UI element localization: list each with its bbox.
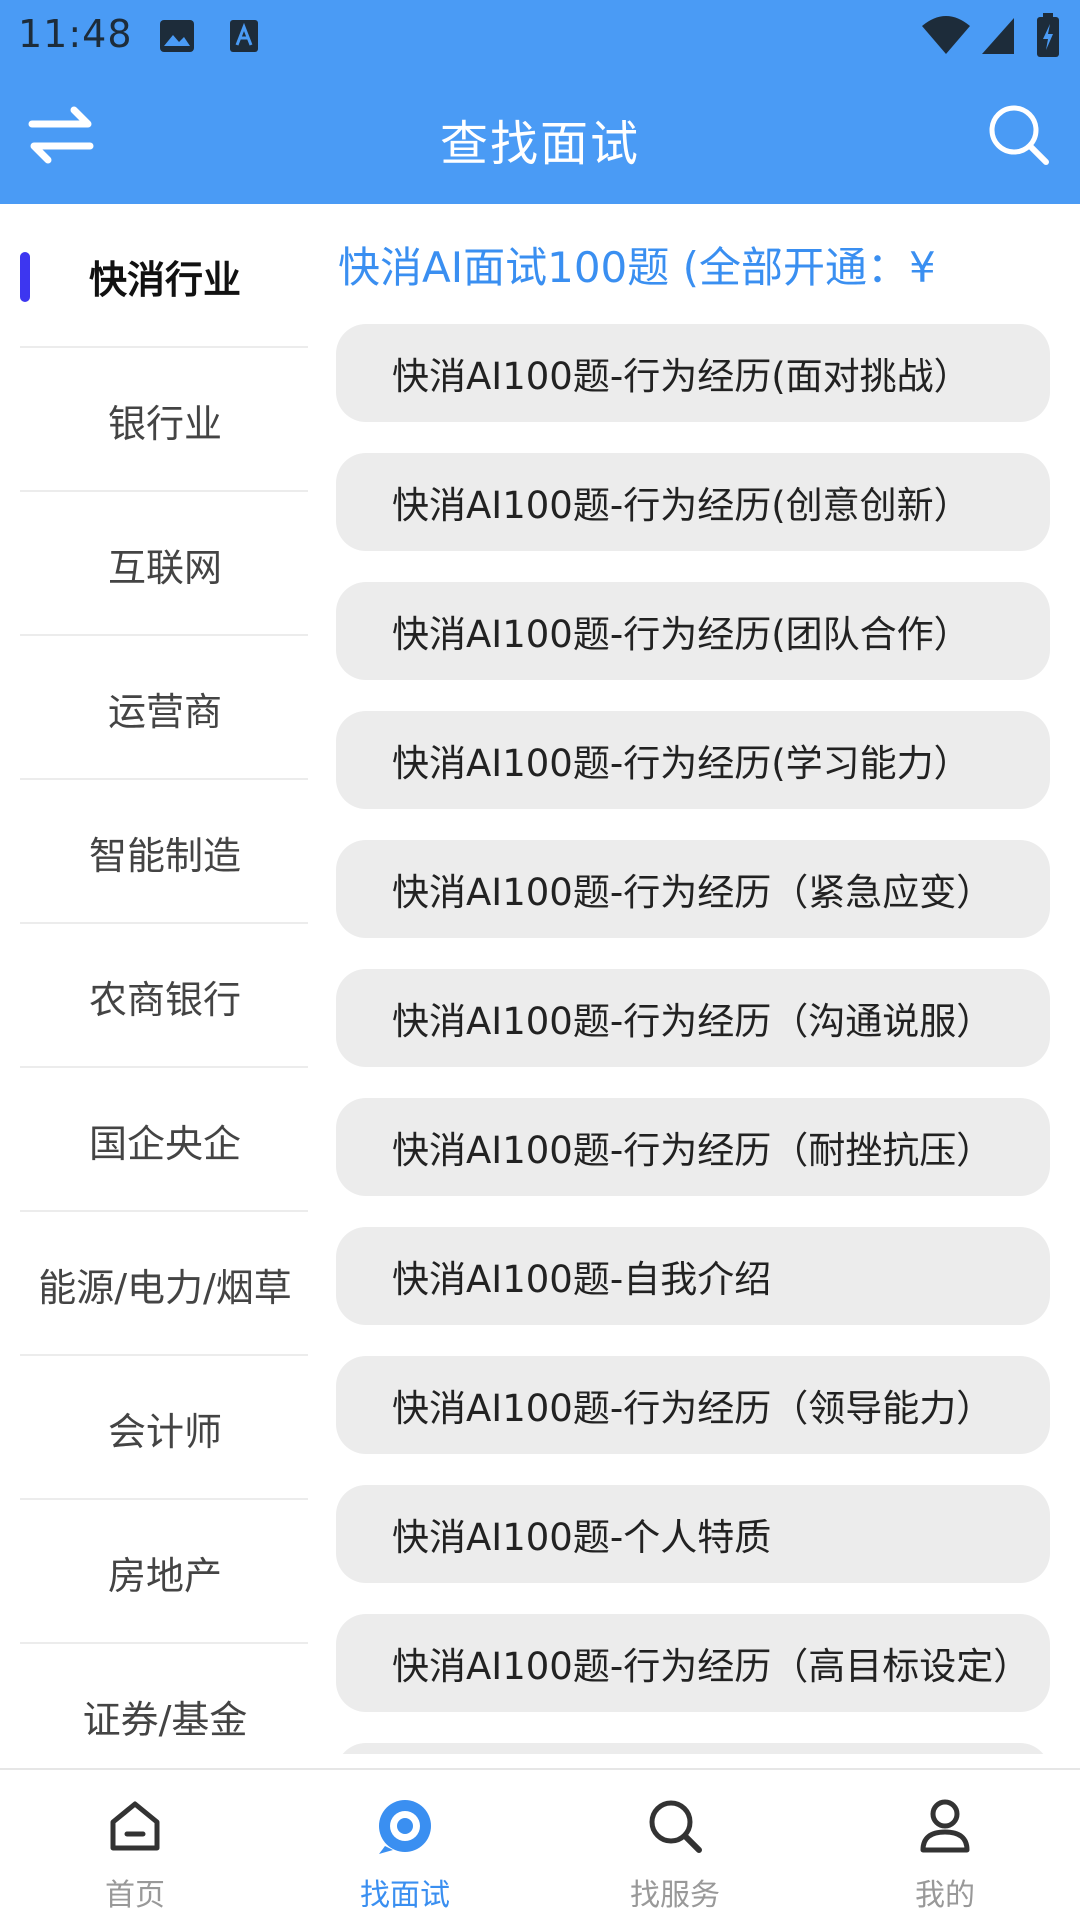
bottom-nav: 首页 找面试 找服务 我的 bbox=[0, 1768, 1080, 1920]
active-indicator bbox=[20, 252, 30, 302]
sidebar-item-label: 国企央企 bbox=[88, 1121, 241, 1166]
signal-icon bbox=[982, 18, 1014, 54]
sidebar-item-label: 快消行业 bbox=[88, 257, 241, 302]
gallery-icon bbox=[160, 20, 194, 52]
section-heading: 快消AI面试100题 (全部开通：¥ bbox=[338, 243, 936, 292]
list-item[interactable]: 快消AI100题-行为经历（紧急应变） bbox=[336, 840, 1050, 938]
search-icon[interactable] bbox=[986, 102, 1050, 166]
nav-home[interactable]: 首页 bbox=[0, 1770, 270, 1920]
screen: 11:48 查找面试 快消行业 银行业 互联网 运营商 智能制造 农商银行 国企… bbox=[0, 0, 1080, 1920]
list-item[interactable]: 快消AI100题-行为经历(团队合作） bbox=[336, 582, 1050, 680]
list-item[interactable]: 快消AI100题-行为经历（耐挫抗压） bbox=[336, 1098, 1050, 1196]
sidebar-item-label: 农商银行 bbox=[88, 977, 241, 1022]
list-item[interactable]: 快消AI100题-自我介绍 bbox=[336, 1227, 1050, 1325]
nav-label: 我的 bbox=[915, 1878, 975, 1913]
status-bar: 11:48 bbox=[0, 0, 1080, 72]
sidebar-item-telecom[interactable]: 运营商 bbox=[0, 636, 330, 780]
sidebar-item-label: 房地产 bbox=[107, 1553, 222, 1598]
nav-find-interview[interactable]: 找面试 bbox=[270, 1770, 540, 1920]
status-time: 11:48 bbox=[18, 12, 133, 56]
list-item[interactable]: 快消AI100题-行为经历（高目标设定） bbox=[336, 1614, 1050, 1712]
list-item[interactable]: 快消AI100题-个人特质 bbox=[336, 1485, 1050, 1583]
nav-mine[interactable]: 我的 bbox=[810, 1770, 1080, 1920]
top-bar: 11:48 查找面试 bbox=[0, 0, 1080, 204]
sidebar-item-label: 智能制造 bbox=[88, 833, 241, 878]
sidebar-item-accounting[interactable]: 会计师 bbox=[0, 1356, 330, 1500]
sidebar-item-internet[interactable]: 互联网 bbox=[0, 492, 330, 636]
nav-label: 首页 bbox=[105, 1878, 165, 1913]
nav-find-service[interactable]: 找服务 bbox=[540, 1770, 810, 1920]
list-item[interactable]: 快消AI100题-行为经历(面对挑战） bbox=[336, 324, 1050, 422]
accessibility-icon bbox=[230, 20, 258, 52]
search-icon bbox=[649, 1800, 702, 1853]
category-sidebar: 快消行业 银行业 互联网 运营商 智能制造 农商银行 国企央企 能源/电力/烟草… bbox=[0, 204, 330, 1768]
sidebar-item-label: 互联网 bbox=[107, 545, 222, 590]
target-icon bbox=[379, 1800, 431, 1854]
sidebar-item-label: 证券/基金 bbox=[82, 1697, 248, 1742]
sidebar-item-fmcg[interactable]: 快消行业 bbox=[0, 204, 330, 348]
page-title: 查找面试 bbox=[439, 116, 640, 172]
list-item[interactable]: 快消AI100题-行为经历（沟通说服） bbox=[336, 969, 1050, 1067]
wifi-icon bbox=[922, 16, 970, 54]
sidebar-item-label: 会计师 bbox=[107, 1409, 222, 1454]
sidebar-item-real-estate[interactable]: 房地产 bbox=[0, 1500, 330, 1644]
sidebar-item-energy[interactable]: 能源/电力/烟草 bbox=[0, 1212, 330, 1356]
person-icon bbox=[920, 1799, 970, 1853]
battery-icon bbox=[1037, 13, 1059, 57]
home-icon bbox=[110, 1801, 160, 1851]
sidebar-item-banking[interactable]: 银行业 bbox=[0, 348, 330, 492]
list-item[interactable]: 快消AI100题-行为经历(学习能力） bbox=[336, 711, 1050, 809]
nav-label: 找面试 bbox=[360, 1878, 450, 1913]
sidebar-item-label: 能源/电力/烟草 bbox=[38, 1265, 292, 1310]
sidebar-item-smart-manufacturing[interactable]: 智能制造 bbox=[0, 780, 330, 924]
question-content: 快消AI面试100题 (全部开通：¥ 快消AI100题-行为经历(面对挑战） 快… bbox=[336, 204, 1080, 1754]
app-bar: 查找面试 bbox=[0, 72, 1080, 204]
list-item[interactable]: 快消AI100题-行为经历(创意创新） bbox=[336, 453, 1050, 551]
sidebar-item-label: 运营商 bbox=[107, 689, 222, 734]
nav-label: 找服务 bbox=[630, 1878, 720, 1913]
sidebar-item-soe[interactable]: 国企央企 bbox=[0, 1068, 330, 1212]
list-item[interactable] bbox=[336, 1743, 1050, 1754]
sidebar-item-label: 银行业 bbox=[107, 401, 222, 446]
sidebar-item-rural-bank[interactable]: 农商银行 bbox=[0, 924, 330, 1068]
list-item[interactable]: 快消AI100题-行为经历（领导能力） bbox=[336, 1356, 1050, 1454]
question-list: 快消AI100题-行为经历(面对挑战） 快消AI100题-行为经历(创意创新） … bbox=[336, 324, 1050, 1754]
sidebar-item-securities[interactable]: 证券/基金 bbox=[0, 1644, 330, 1768]
